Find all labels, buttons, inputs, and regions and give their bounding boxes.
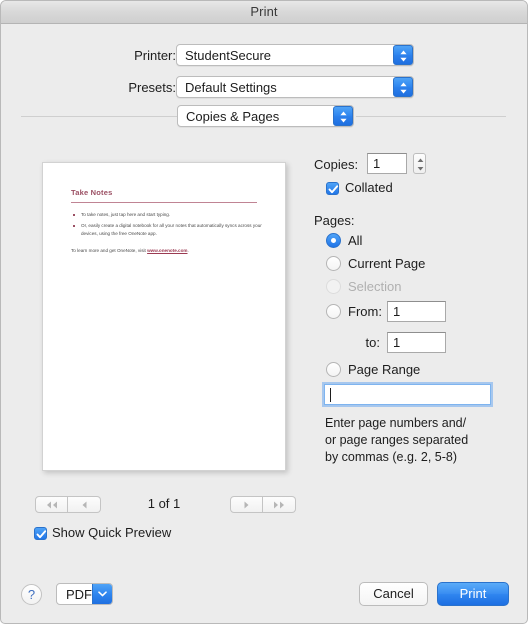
previous-page-button[interactable]: [68, 496, 101, 513]
pages-label: Pages:: [314, 213, 355, 228]
pages-radio-selection-label: Selection: [348, 279, 402, 294]
preview-footer-prefix: To learn more and get OneNote, visit: [71, 248, 148, 253]
preview-nav-back-group[interactable]: [35, 496, 101, 513]
pages-to-label: to:: [365, 335, 380, 350]
printer-popup-value: StudentSecure: [185, 48, 272, 63]
pane-popup-value: Copies & Pages: [186, 109, 280, 124]
next-page-button[interactable]: [230, 496, 263, 513]
printer-label: Printer:: [134, 48, 176, 63]
page-range-input[interactable]: [324, 384, 491, 405]
preview-footer-suffix: .: [187, 248, 189, 253]
print-preview-page: Take Notes To take notes, just tap here …: [42, 162, 286, 471]
help-button[interactable]: ?: [21, 584, 42, 605]
preview-nav-forward-group[interactable]: [230, 496, 296, 513]
cancel-button[interactable]: Cancel: [359, 582, 428, 606]
presets-popup-button[interactable]: Default Settings: [176, 76, 414, 98]
show-quick-preview-label: Show Quick Preview: [52, 525, 172, 540]
chevron-updown-icon: [393, 77, 413, 97]
page-count-label: 1 of 1: [147, 496, 181, 511]
preview-bullet-item: To take notes, just tap here and start t…: [71, 211, 266, 219]
copies-stepper[interactable]: [413, 153, 426, 174]
printer-popup-button[interactable]: StudentSecure: [176, 44, 414, 66]
help-button-label: ?: [27, 587, 36, 602]
chevron-updown-icon: [393, 45, 413, 65]
pages-from-input[interactable]: 1: [387, 301, 446, 322]
preview-footer-link: www.onenote.com: [147, 248, 188, 253]
separator-right: [356, 116, 506, 117]
preview-footer-text: To learn more and get OneNote, visit www…: [71, 247, 271, 255]
pages-radio-all[interactable]: [326, 233, 341, 248]
title-bar: Print: [1, 1, 527, 24]
collated-label: Collated: [345, 180, 393, 195]
preview-document-title: Take Notes: [71, 188, 113, 197]
preview-title-rule: [71, 202, 257, 203]
collated-checkbox[interactable]: [326, 182, 339, 195]
last-page-button[interactable]: [263, 496, 296, 513]
pdf-button-label: PDF: [66, 587, 92, 602]
preview-bullet-item: Or, easily create a digital notebook for…: [71, 222, 266, 238]
print-button[interactable]: Print: [437, 582, 509, 606]
page-range-hint-line: Enter page numbers and/: [325, 416, 467, 430]
pages-radio-selection: [326, 279, 341, 294]
pane-popup-button[interactable]: Copies & Pages: [177, 105, 354, 127]
pdf-button[interactable]: PDF: [56, 583, 113, 605]
presets-popup-value: Default Settings: [185, 80, 277, 95]
print-dialog-window: Print Printer: StudentSecure Presets: De…: [0, 0, 528, 624]
separator-left: [21, 116, 181, 117]
chevron-down-icon[interactable]: [92, 584, 112, 604]
pages-radio-page-range-label: Page Range: [348, 362, 421, 377]
page-range-hint: Enter page numbers and/ or page ranges s…: [325, 415, 505, 466]
cancel-button-label: Cancel: [373, 586, 414, 601]
show-quick-preview-checkbox[interactable]: [34, 527, 47, 540]
copies-input[interactable]: 1: [367, 153, 407, 174]
pages-radio-page-range[interactable]: [326, 362, 341, 377]
pages-radio-from[interactable]: [326, 304, 341, 319]
pages-radio-all-label: All: [348, 233, 363, 248]
print-button-label: Print: [459, 586, 487, 601]
window-title: Print: [250, 4, 278, 19]
text-caret: [330, 388, 331, 402]
copies-input-value: 1: [373, 156, 381, 171]
pages-from-label: From:: [348, 304, 382, 319]
first-page-button[interactable]: [35, 496, 68, 513]
chevron-updown-icon: [333, 106, 353, 126]
preview-bullet-list: To take notes, just tap here and start t…: [71, 211, 266, 241]
pages-to-input-value: 1: [393, 335, 401, 350]
page-range-hint-line: or page ranges separated: [325, 433, 469, 447]
pages-to-input[interactable]: 1: [387, 332, 446, 353]
pages-radio-current-page-label: Current Page: [348, 256, 426, 271]
pages-from-input-value: 1: [393, 304, 401, 319]
page-range-hint-line: by commas (e.g. 2, 5-8): [325, 450, 457, 464]
copies-label: Copies:: [314, 157, 359, 172]
pages-radio-current-page[interactable]: [326, 256, 341, 271]
presets-label: Presets:: [128, 80, 176, 95]
